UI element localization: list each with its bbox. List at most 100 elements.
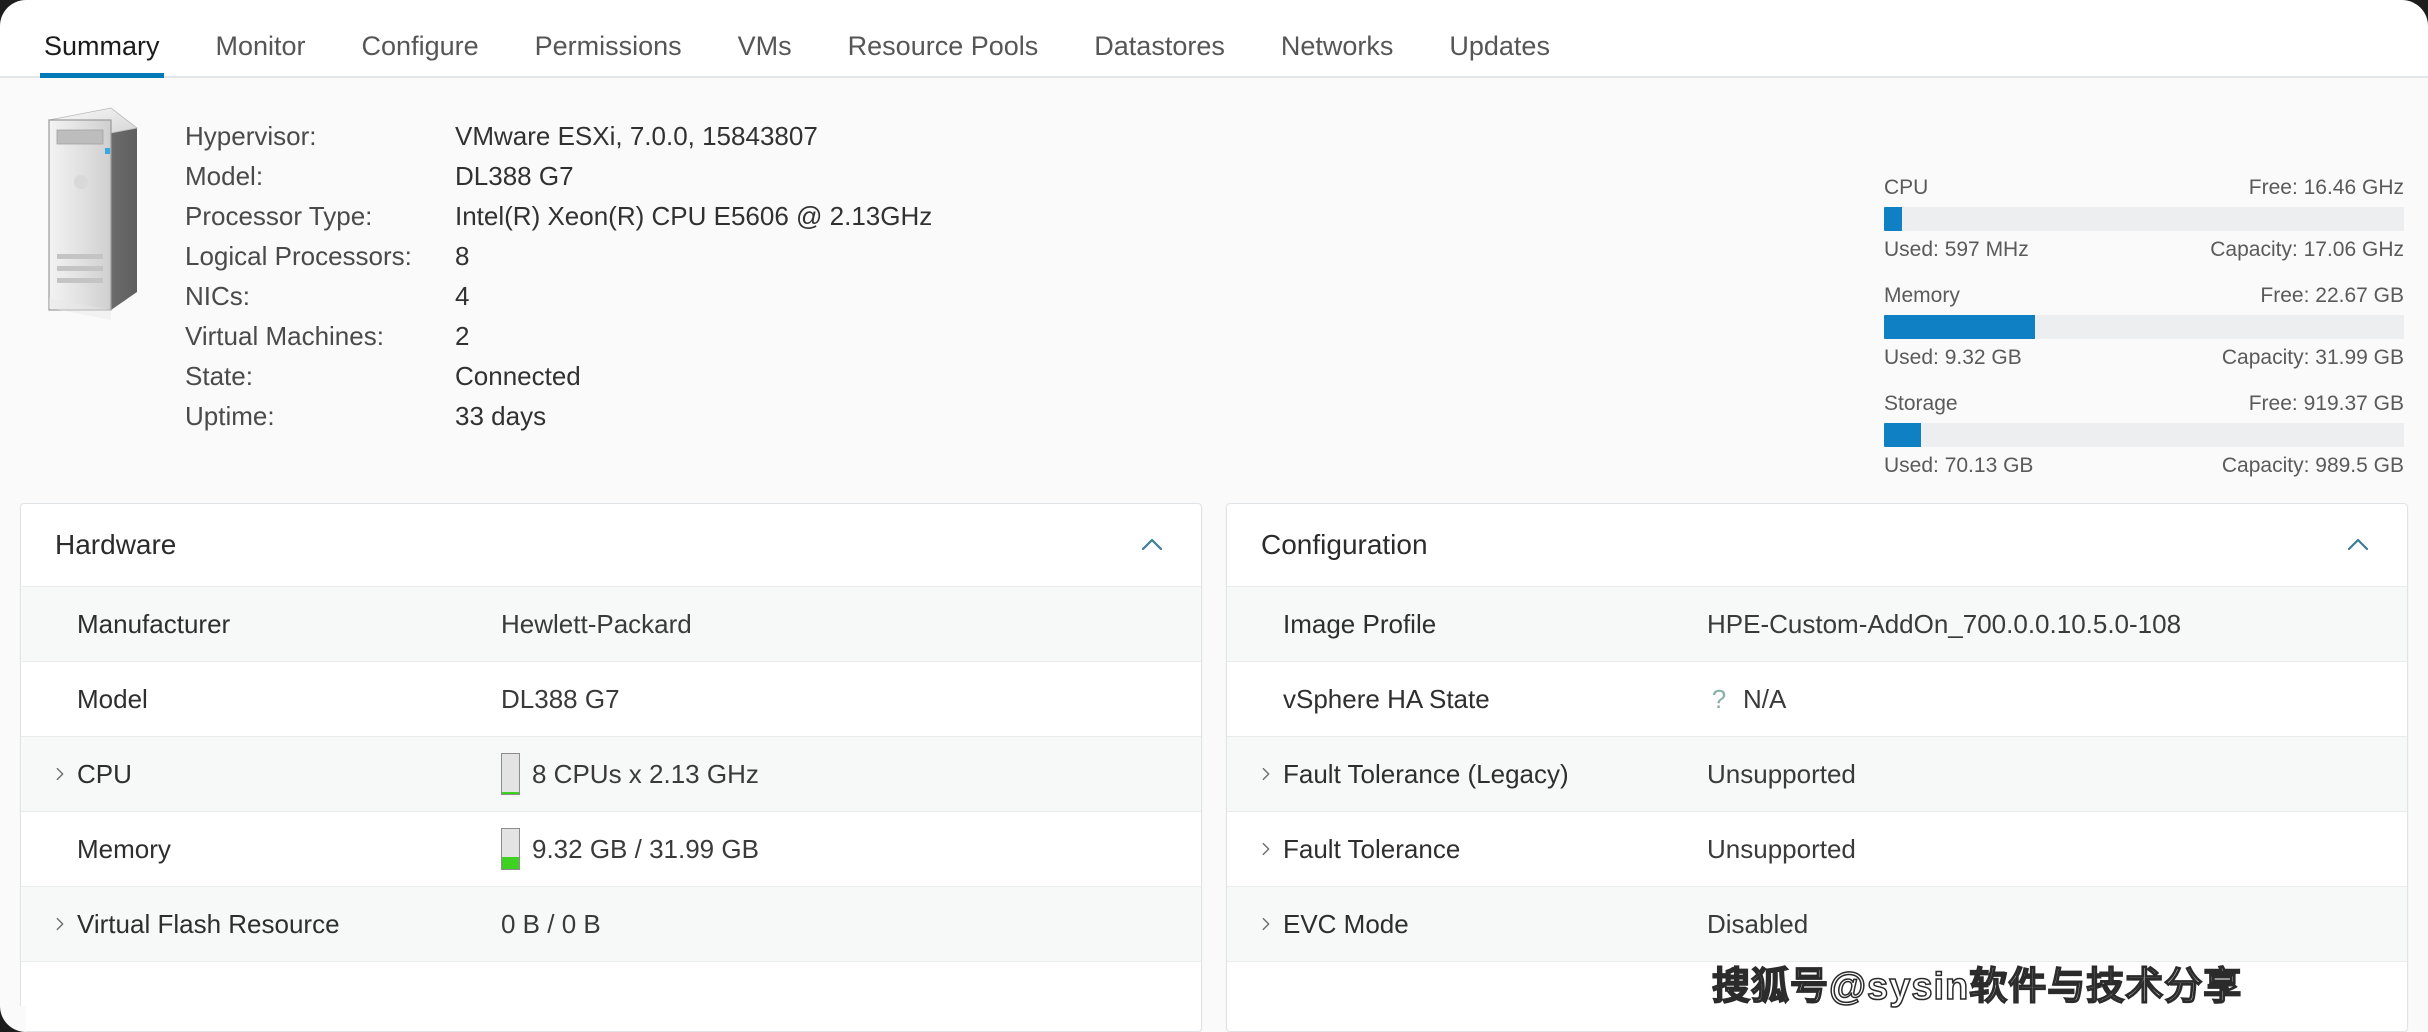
meter-foot: Used: 9.32 GB Capacity: 31.99 GB <box>1884 346 2404 370</box>
main-tab-bar: Summary Monitor Configure Permissions VMs Res… <box>0 0 2428 78</box>
tab-networks[interactable]: Networks <box>1253 33 1422 76</box>
row-label: Model <box>77 683 148 714</box>
meter-head: Memory Free: 22.67 GB <box>1884 284 2404 308</box>
chevron-right-icon[interactable] <box>1257 765 1275 783</box>
meter-bar-fill <box>1884 315 2036 339</box>
usage-gauge-icon <box>501 828 520 870</box>
meter-capacity: Capacity: 989.5 GB <box>2221 454 2404 477</box>
hardware-card-body: Manufacturer Hewlett-Packard Model DL388 G7… <box>21 586 1201 1031</box>
meter-name: Storage <box>1884 392 1958 415</box>
host-field-value: Connected <box>455 361 581 391</box>
table-row: Model DL388 G7 <box>21 662 1201 737</box>
hardware-card: Hardware Manufacturer Hewlett-Packard Mode… <box>20 503 1202 1032</box>
row-value: Unsupported <box>1707 834 2407 865</box>
host-field-value: 8 <box>455 241 470 271</box>
row-value-text: Unsupported <box>1707 833 1856 864</box>
row-expand-toggle[interactable] <box>1249 840 1283 858</box>
row-value-text: DL388 G7 <box>501 683 620 714</box>
host-field-label: Logical Processors: <box>185 241 412 271</box>
host-field-label: Processor Type: <box>185 201 373 231</box>
chevron-up-icon[interactable] <box>2343 530 2373 560</box>
table-row[interactable]: EVC Mode Disabled <box>1227 887 2407 962</box>
meter-bar-track <box>1884 207 2404 231</box>
row-label: Fault Tolerance (Legacy) <box>1283 758 1569 789</box>
chevron-right-icon[interactable] <box>1257 840 1275 858</box>
tab-permissions[interactable]: Permissions <box>507 33 710 76</box>
meter-free: Free: 22.67 GB <box>2260 284 2404 307</box>
chevron-right-icon[interactable] <box>1257 915 1275 933</box>
help-question-icon[interactable]: ? <box>1707 684 1731 715</box>
row-value: DL388 G7 <box>501 684 1201 715</box>
meter-capacity: Capacity: 31.99 GB <box>2221 346 2404 369</box>
table-row: vSphere HA State? N/A <box>1227 662 2407 737</box>
table-row[interactable]: CPU 8 CPUs x 2.13 GHz <box>21 737 1201 812</box>
esxi-host-server-icon <box>47 107 138 320</box>
tab-resource-pools[interactable]: Resource Pools <box>820 33 1067 76</box>
row-value: 9.32 GB / 31.99 GB <box>501 828 1201 870</box>
meter-cpu: CPU Free: 16.46 GHz Used: 597 MHz Capacity:… <box>1884 176 2404 262</box>
tab-summary[interactable]: Summary <box>16 33 188 78</box>
host-field-label: Hypervisor: <box>185 121 317 151</box>
host-properties-list: Hypervisor: VMware ESXi, 7.0.0, 15843807 M… <box>185 96 932 503</box>
meter-capacity: Capacity: 17.06 GHz <box>2210 238 2404 261</box>
meter-head: CPU Free: 16.46 GHz <box>1884 176 2404 200</box>
table-row[interactable]: Virtual Flash Resource 0 B / 0 B <box>21 887 1201 962</box>
chevron-up-icon[interactable] <box>1137 530 1167 560</box>
resource-meters-panel: CPU Free: 16.46 GHz Used: 597 MHz Capacity:… <box>1884 176 2404 500</box>
meter-foot: Used: 597 MHz Capacity: 17.06 GHz <box>1884 238 2404 262</box>
tab-monitor[interactable]: Monitor <box>188 33 334 76</box>
table-row[interactable]: Fault Tolerance Unsupported <box>1227 812 2407 887</box>
row-label: Manufacturer <box>77 608 231 639</box>
meter-used: Used: 9.32 GB <box>1884 346 2022 369</box>
row-value-text: Disabled <box>1707 908 1809 939</box>
row-expand-toggle[interactable] <box>1249 915 1283 933</box>
meter-free: Free: 16.46 GHz <box>2248 176 2404 199</box>
vsphere-host-summary-page: Summary Monitor Configure Permissions VMs Res… <box>0 0 2428 1032</box>
row-expand-toggle[interactable] <box>1249 765 1283 783</box>
meter-bar-fill <box>1884 207 1903 231</box>
configuration-card-title: Configuration <box>1261 529 1428 560</box>
row-expand-toggle[interactable] <box>43 765 77 783</box>
host-field-value: 4 <box>455 281 470 311</box>
meter-storage: Storage Free: 919.37 GB Used: 70.13 GB Capa… <box>1884 392 2404 478</box>
tab-configure[interactable]: Configure <box>334 33 507 76</box>
row-label: Fault Tolerance <box>1283 833 1461 864</box>
summary-cards-area: Hardware Manufacturer Hewlett-Packard Mode… <box>0 503 2428 1032</box>
meter-bar-fill <box>1884 423 1921 447</box>
table-row[interactable]: Fault Tolerance (Legacy) Unsupported <box>1227 737 2407 812</box>
row-value-text: Hewlett-Packard <box>501 608 692 639</box>
row-value-text: HPE-Custom-AddOn_700.0.0.10.5.0-108 <box>1707 608 2182 639</box>
host-field-value: DL388 G7 <box>455 161 574 191</box>
row-expand-toggle[interactable] <box>43 915 77 933</box>
host-field-label: NICs: <box>185 281 250 311</box>
row-label: vSphere HA State <box>1283 683 1490 714</box>
row-label: Memory <box>77 833 171 864</box>
usage-gauge-icon <box>501 753 520 795</box>
row-value: 8 CPUs x 2.13 GHz <box>501 753 1201 795</box>
meter-bar-track <box>1884 315 2404 339</box>
meter-name: CPU <box>1884 176 1929 199</box>
chevron-right-icon[interactable] <box>51 765 69 783</box>
chevron-right-icon[interactable] <box>51 915 69 933</box>
row-value: 0 B / 0 B <box>501 909 1201 940</box>
tab-updates[interactable]: Updates <box>1421 33 1578 76</box>
hardware-card-title: Hardware <box>55 529 177 560</box>
row-value: HPE-Custom-AddOn_700.0.0.10.5.0-108 <box>1707 609 2407 640</box>
table-row: Image Profile HPE-Custom-AddOn_700.0.0.10… <box>1227 587 2407 662</box>
meter-bar-track <box>1884 423 2404 447</box>
host-field-value: VMware ESXi, 7.0.0, 15843807 <box>455 121 818 151</box>
row-value: Disabled <box>1707 909 2407 940</box>
meter-name: Memory <box>1884 284 1960 307</box>
row-value: Hewlett-Packard <box>501 609 1201 640</box>
meter-free: Free: 919.37 GB <box>2248 392 2404 415</box>
row-value-text: N/A <box>1743 683 1787 714</box>
meter-head: Storage Free: 919.37 GB <box>1884 392 2404 416</box>
row-label: EVC Mode <box>1283 908 1409 939</box>
row-value-text: 9.32 GB / 31.99 GB <box>532 833 759 864</box>
row-value-text: 0 B / 0 B <box>501 908 601 939</box>
row-value: ? N/A <box>1707 684 2407 715</box>
tab-datastores[interactable]: Datastores <box>1066 33 1253 76</box>
tab-vms[interactable]: VMs <box>710 33 820 76</box>
row-label: Virtual Flash Resource <box>77 908 340 939</box>
row-value: Unsupported <box>1707 759 2407 790</box>
